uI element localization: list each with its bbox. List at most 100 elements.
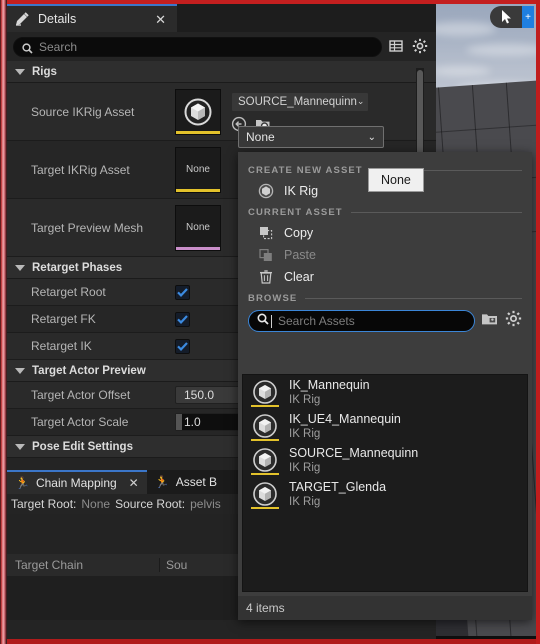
viewport-select-tool[interactable]: + xyxy=(490,6,534,28)
asset-type-bar xyxy=(251,473,279,475)
trash-icon xyxy=(258,269,274,285)
chevron-down-icon xyxy=(15,264,25,271)
asset-type: IK Rig xyxy=(289,427,321,440)
asset-search-input[interactable]: Search Assets xyxy=(248,310,475,332)
asset-name: SOURCE_Mannequinn xyxy=(289,445,419,460)
chain-mapping-tabstrip: 🏃 Chain Mapping ✕ 🏃 Asset B xyxy=(7,470,247,494)
details-tabstrip: Details ✕ xyxy=(7,4,436,32)
menu-item-clear[interactable]: Clear xyxy=(238,266,532,288)
column-settings-icon[interactable] xyxy=(388,38,406,56)
chain-mapping-list[interactable] xyxy=(7,576,247,620)
asset-thumbnail xyxy=(251,411,279,441)
asset-name: IK_Mannequin xyxy=(289,377,370,392)
asset-type-bar xyxy=(176,246,220,250)
window-border-bottom xyxy=(0,639,540,644)
search-placeholder: Search xyxy=(39,39,78,54)
checkbox-retarget-ik[interactable] xyxy=(175,338,190,354)
asset-type-bar xyxy=(251,405,279,407)
chevron-down-icon xyxy=(15,68,25,75)
column-target-chain[interactable]: Target Chain xyxy=(7,558,159,572)
source-ikrig-thumbnail[interactable] xyxy=(175,88,221,135)
checkbox-retarget-root[interactable] xyxy=(175,284,190,300)
picker-section-browse: BROWSE xyxy=(238,288,532,308)
running-man-icon: 🏃 xyxy=(15,476,30,490)
details-pencil-icon xyxy=(15,12,31,26)
source-ikrig-combo[interactable]: SOURCE_Mannequinn ⌄ xyxy=(231,91,369,112)
search-input[interactable]: Search xyxy=(13,36,382,57)
target-preview-mesh-thumbnail[interactable]: None xyxy=(175,204,221,251)
search-icon xyxy=(22,41,33,54)
copy-icon xyxy=(258,225,274,241)
list-item[interactable]: SOURCE_Mannequinn IK Rig xyxy=(243,443,527,477)
tab-asset-browser[interactable]: 🏃 Asset B xyxy=(147,470,225,494)
section-label: Target Actor Preview xyxy=(32,364,146,377)
window-border-left xyxy=(0,0,7,644)
text-caret xyxy=(271,314,272,328)
app-window: + Details ✕ Search Rigs Source IKRig Ass… xyxy=(0,0,540,644)
label-target-actor-scale: Target Actor Scale xyxy=(31,415,129,429)
close-icon[interactable]: ✕ xyxy=(129,476,139,490)
label-source-ikrig-asset: Source IKRig Asset xyxy=(31,104,135,119)
menu-item-copy-label: Copy xyxy=(284,226,314,240)
window-border-right xyxy=(536,0,540,644)
list-item[interactable]: IK_UE4_Mannequin IK Rig xyxy=(243,409,527,443)
checkbox-retarget-fk[interactable] xyxy=(175,311,190,327)
tab-asset-browser-label: Asset B xyxy=(175,475,218,489)
asset-type-bar xyxy=(251,439,279,441)
tab-chain-mapping[interactable]: 🏃 Chain Mapping ✕ xyxy=(7,470,147,494)
tooltip-text: None xyxy=(381,173,411,187)
asset-thumbnail xyxy=(251,479,279,509)
column-source-chain[interactable]: Sou xyxy=(159,558,247,572)
thumbnail-none-label: None xyxy=(186,222,210,233)
asset-count-status: 4 items xyxy=(238,596,532,620)
label-retarget-fk: Retarget FK xyxy=(31,312,96,326)
list-item[interactable]: TARGET_Glenda IK Rig xyxy=(243,477,527,511)
chain-mapping-column-headers: Target Chain Sou xyxy=(7,554,247,576)
label-target-preview-mesh: Target Preview Mesh xyxy=(31,220,144,235)
asset-name: IK_UE4_Mannequin xyxy=(289,411,401,426)
browse-header: BROWSE xyxy=(248,292,298,304)
view-settings-gear-icon[interactable] xyxy=(505,310,522,332)
target-ikrig-thumbnail[interactable]: None xyxy=(175,146,221,193)
label-retarget-root: Retarget Root xyxy=(31,285,106,299)
target-ikrig-combo[interactable]: None ⌄ xyxy=(238,126,384,148)
asset-list[interactable]: IK_Mannequin IK Rig IK_UE4_Mannequin IK … xyxy=(242,374,528,592)
label-retarget-ik: Retarget IK xyxy=(31,339,92,353)
view-options-gear-icon[interactable] xyxy=(412,38,430,56)
paste-icon xyxy=(258,247,274,263)
section-header-rigs[interactable]: Rigs xyxy=(7,61,436,83)
asset-thumbnail xyxy=(251,377,279,407)
target-root-value: None xyxy=(81,497,111,511)
asset-type: IK Rig xyxy=(289,461,321,474)
value-target-actor-scale: 1.0 xyxy=(184,415,201,429)
asset-type: IK Rig xyxy=(289,393,321,406)
select-cursor-icon[interactable] xyxy=(490,6,522,28)
tab-details-label: Details xyxy=(38,12,77,26)
label-target-actor-offset: Target Actor Offset xyxy=(31,388,131,402)
close-icon[interactable]: ✕ xyxy=(152,13,169,26)
picker-section-current-asset: CURRENT ASSET xyxy=(238,202,532,222)
details-search-row: Search xyxy=(7,32,436,61)
tab-chain-mapping-label: Chain Mapping xyxy=(35,476,117,490)
chevron-down-icon: ⌄ xyxy=(367,131,376,143)
list-item[interactable]: IK_Mannequin IK Rig xyxy=(243,375,527,409)
menu-item-paste-label: Paste xyxy=(284,248,316,262)
asset-type-bar xyxy=(251,507,279,509)
root-summary-line: Target Root: None Source Root: pelvis xyxy=(7,494,247,514)
value-target-actor-offset: 150.0 xyxy=(184,388,215,402)
asset-search-placeholder: Search Assets xyxy=(278,314,355,328)
asset-thumbnail xyxy=(251,445,279,475)
chain-mapping-body: Target Chain Sou xyxy=(7,514,247,620)
asset-type-bar xyxy=(176,130,220,134)
asset-name: TARGET_Glenda xyxy=(289,479,387,494)
asset-filter-icon[interactable] xyxy=(481,311,499,332)
menu-item-copy[interactable]: Copy xyxy=(238,222,532,244)
asset-count-label: 4 items xyxy=(246,601,285,615)
asset-type: IK Rig xyxy=(289,495,321,508)
add-icon[interactable]: + xyxy=(522,6,534,28)
source-root-value: pelvis xyxy=(190,497,221,511)
chevron-down-icon: ⌄ xyxy=(356,96,365,106)
section-label: Pose Edit Settings xyxy=(32,440,133,453)
tab-details[interactable]: Details ✕ xyxy=(7,4,177,32)
window-border-top xyxy=(0,0,540,4)
